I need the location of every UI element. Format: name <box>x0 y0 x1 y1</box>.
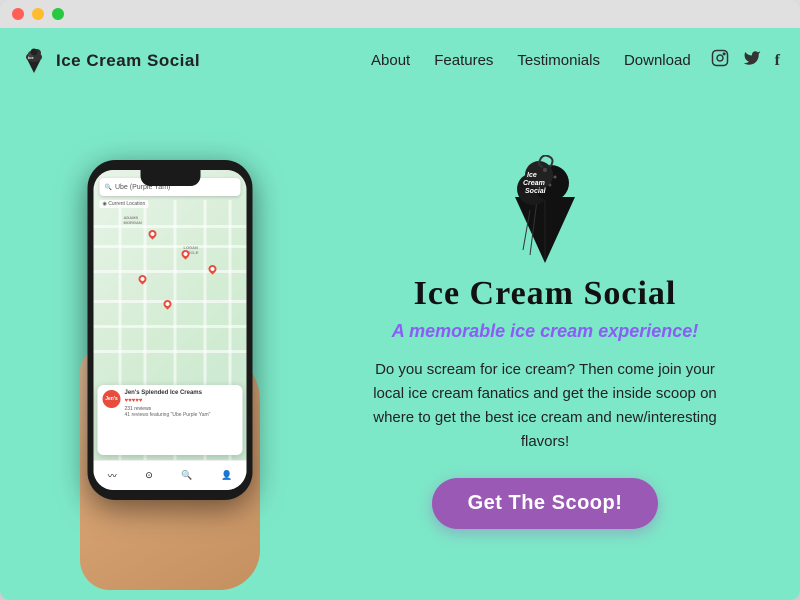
cta-button[interactable]: Get The Scoop! <box>432 478 659 529</box>
instagram-icon[interactable] <box>711 49 729 72</box>
nav-features[interactable]: Features <box>434 52 493 69</box>
mac-titlebar <box>0 0 800 28</box>
bottom-icon-4: 👤 <box>221 470 232 481</box>
road-h1 <box>94 225 247 228</box>
map-background: 🔍 Ube (Purple Yam) ◉ Current Location <box>94 170 247 490</box>
card-name: Jen's Splended Ice Creams <box>125 390 211 396</box>
svg-text:Ice: Ice <box>28 55 34 60</box>
maximize-button[interactable] <box>52 8 64 20</box>
nav-about[interactable]: About <box>371 52 410 69</box>
hero-description: Do you scream for ice cream? Then come j… <box>370 358 720 454</box>
bottom-icon-1: 〰 <box>108 469 117 482</box>
hero-section: 🔍 Ube (Purple Yam) ◉ Current Location <box>0 93 800 600</box>
logo-icon: Ice <box>20 47 48 75</box>
road-h6 <box>94 350 247 353</box>
nav-links: About Features Testimonials Download <box>371 52 691 69</box>
website-content: Ice Ice Cream Social About Features Test… <box>0 28 800 600</box>
bottom-icon-2: ⊙ <box>145 470 153 481</box>
bottom-icon-3: 🔍 <box>181 470 192 481</box>
card-avatar: Jen's <box>103 390 121 408</box>
nav-testimonials[interactable]: Testimonials <box>517 52 600 69</box>
location-label: ◉ Current Location <box>100 200 149 208</box>
facebook-icon[interactable]: f <box>775 52 780 70</box>
map-pin-1 <box>147 228 158 239</box>
hero-content: Ice Cream Social Ice Cream Social A memo… <box>330 145 760 539</box>
card-stars: ♥♥♥♥♥ <box>125 398 211 404</box>
map-card: Jen's Jen's Splended Ice Creams ♥♥♥♥♥ 23… <box>98 385 243 455</box>
brand-name: Ice Cream Social <box>56 51 200 71</box>
map-label-1: ADAMSMORGAN <box>124 215 142 225</box>
phone-frame: 🔍 Ube (Purple Yam) ◉ Current Location <box>88 160 253 500</box>
twitter-icon[interactable] <box>743 49 761 72</box>
nav-socials: f <box>711 49 780 72</box>
minimize-button[interactable] <box>32 8 44 20</box>
nav-download[interactable]: Download <box>624 52 691 69</box>
nav-logo[interactable]: Ice Ice Cream Social <box>20 47 200 75</box>
map-bottom-bar: 〰 ⊙ 🔍 👤 <box>94 460 247 490</box>
hero-logo-icon: Ice Cream Social <box>495 155 595 265</box>
svg-text:Ice: Ice <box>527 172 537 179</box>
road-h5 <box>94 325 247 328</box>
navbar: Ice Ice Cream Social About Features Test… <box>0 28 800 93</box>
road-h3 <box>94 270 247 273</box>
svg-text:Cream: Cream <box>523 180 545 187</box>
mac-window: Ice Ice Cream Social About Features Test… <box>0 0 800 600</box>
close-button[interactable] <box>12 8 24 20</box>
road-h2 <box>94 245 247 248</box>
phone-screen: 🔍 Ube (Purple Yam) ◉ Current Location <box>94 170 247 490</box>
phone-mockup: 🔍 Ube (Purple Yam) ◉ Current Location <box>30 103 310 580</box>
phone-notch <box>140 170 200 186</box>
svg-text:Social: Social <box>525 188 547 195</box>
hero-subtitle: A memorable ice cream experience! <box>392 321 699 342</box>
card-desc: 41 reviews featuring "Ube Purple Yam" <box>125 412 211 419</box>
hero-title: Ice Cream Social <box>414 275 677 313</box>
